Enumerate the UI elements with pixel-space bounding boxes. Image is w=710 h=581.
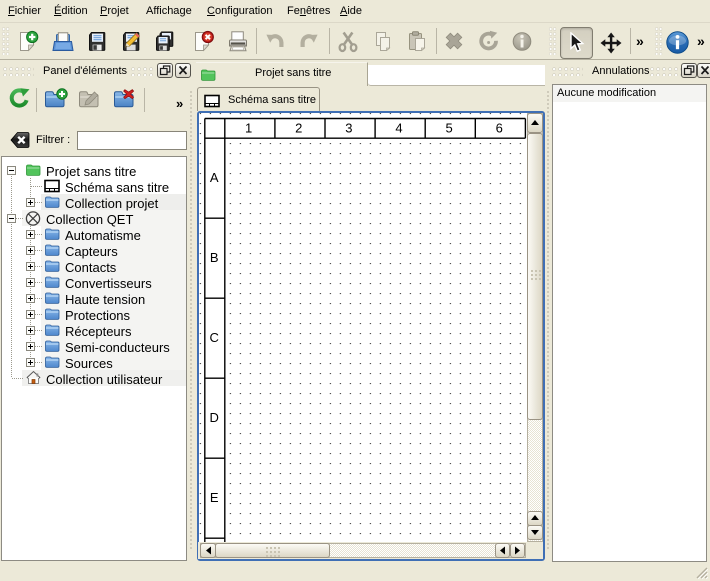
svg-text:6: 6	[496, 120, 503, 135]
svg-text:D: D	[210, 410, 219, 425]
svg-text:A: A	[210, 170, 219, 185]
svg-text:C: C	[210, 330, 219, 345]
svg-text:4: 4	[395, 120, 402, 135]
svg-text:E: E	[210, 490, 219, 505]
svg-text:B: B	[210, 250, 219, 265]
svg-text:5: 5	[445, 120, 452, 135]
svg-text:3: 3	[345, 120, 352, 135]
svg-text:2: 2	[295, 120, 302, 135]
svg-text:1: 1	[245, 120, 252, 135]
